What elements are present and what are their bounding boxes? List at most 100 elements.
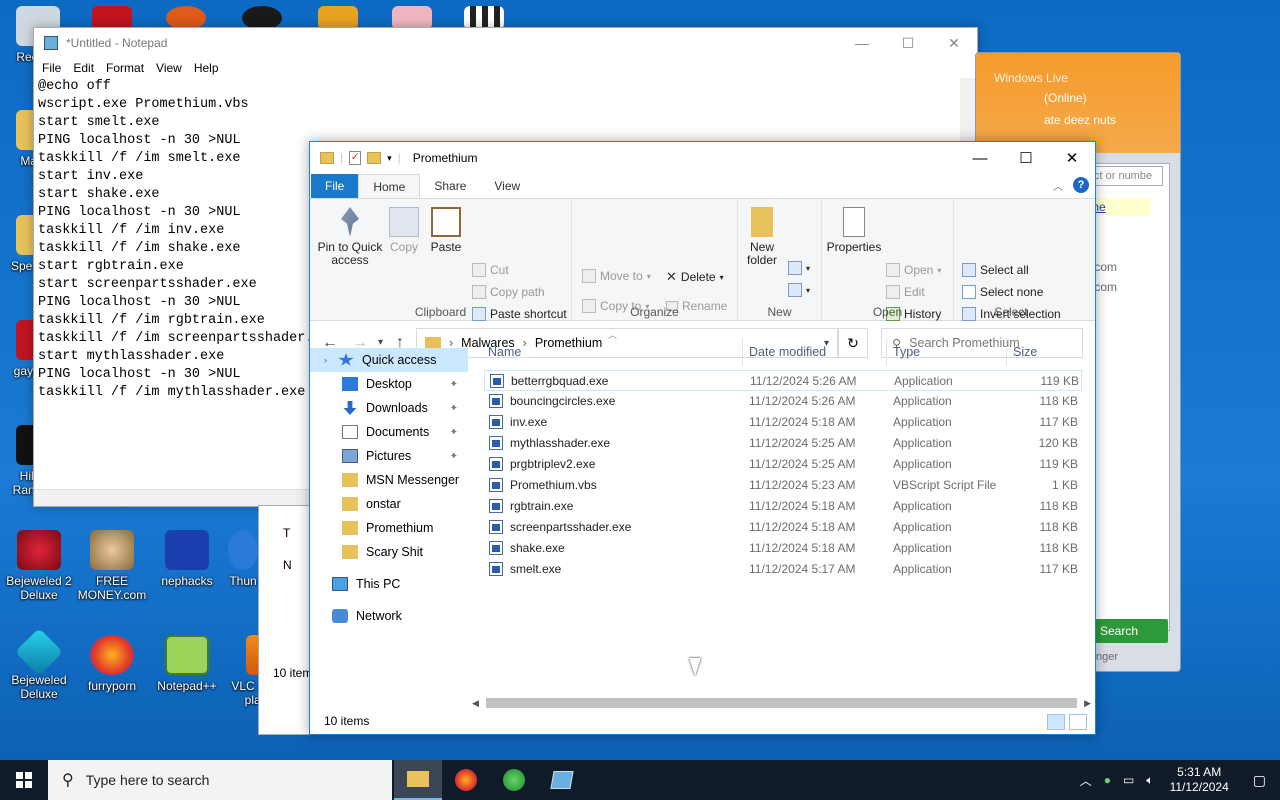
menu-edit[interactable]: Edit	[67, 58, 100, 78]
nav-item-msn-messenger[interactable]: MSN Messenger	[310, 468, 468, 492]
contact-row[interactable]: com	[1094, 280, 1117, 294]
nav-item-downloads[interactable]: Downloads ✦	[310, 396, 468, 420]
pin-icon[interactable]: ✦	[450, 427, 458, 438]
new-folder-icon[interactable]	[367, 152, 382, 164]
copy-path-button[interactable]: Copy path	[472, 285, 545, 299]
notepad-text-area[interactable]: @echo off wscript.exe Promethium.vbs sta…	[38, 78, 338, 402]
copy-button[interactable]: Copy	[386, 207, 422, 254]
file-row[interactable]: smelt.exe 11/12/2024 5:17 AM Application 11…	[484, 559, 1082, 580]
minimize-button[interactable]: —	[957, 142, 1003, 174]
desktop-icon-bejeweled2[interactable]: Bejeweled 2 Deluxe	[2, 530, 76, 602]
taskbar-search-box[interactable]: ⚲ Type here to search	[48, 760, 392, 800]
cut-button[interactable]: Cut	[472, 263, 509, 277]
show-hidden-icons-icon[interactable]: ︿	[1074, 772, 1098, 789]
column-date-modified[interactable]: Date modified	[749, 345, 826, 359]
messenger-search-button[interactable]: Search	[1092, 619, 1168, 643]
notepad-titlebar[interactable]: *Untitled - Notepad	[34, 28, 977, 58]
easy-access-button[interactable]: ▾	[788, 283, 810, 297]
clock[interactable]: 5:31 AM 11/12/2024	[1160, 765, 1239, 795]
close-button[interactable]: ✕	[931, 28, 977, 58]
nav-item-this-pc[interactable]: This PC	[310, 572, 468, 596]
tab-share[interactable]: Share	[420, 174, 480, 198]
details-view-button[interactable]	[1047, 714, 1065, 730]
scrollbar-thumb[interactable]	[486, 698, 1077, 708]
menu-file[interactable]: File	[36, 58, 67, 78]
new-item-button[interactable]: ▾	[788, 261, 810, 275]
column-name[interactable]: Name	[488, 345, 521, 359]
qat-dropdown-icon[interactable]: ▾	[387, 153, 392, 164]
pin-icon[interactable]: ✦	[450, 403, 458, 414]
file-explorer-window[interactable]: | ✓ ▾ | Promethium — ☐ ✕ File Home Share…	[309, 141, 1096, 735]
nav-item[interactable]: T	[283, 526, 290, 540]
desktop-icon-bejeweled[interactable]: Bejeweled Deluxe	[2, 627, 76, 701]
taskbar-firefox[interactable]	[442, 760, 490, 800]
edit-button[interactable]: Edit	[886, 285, 925, 299]
messenger-status[interactable]: (Online)	[1044, 91, 1087, 105]
nav-item-promethium[interactable]: Promethium	[310, 516, 468, 540]
network-icon[interactable]: ▭	[1117, 773, 1140, 787]
nav-item-onstar[interactable]: onstar	[310, 492, 468, 516]
menu-view[interactable]: View	[150, 58, 188, 78]
file-row[interactable]: prgbtriplev2.exe 11/12/2024 5:25 AM Applic…	[484, 454, 1082, 475]
volume-icon[interactable]: 🔈︎	[1140, 773, 1159, 788]
taskbar-notepad[interactable]	[538, 760, 586, 800]
open-button[interactable]: Open ▾	[886, 263, 941, 277]
help-icon[interactable]: ?	[1073, 177, 1089, 193]
nav-item-scary-shit[interactable]: Scary Shit	[310, 540, 468, 564]
notifications-icon[interactable]: ▢	[1239, 772, 1280, 789]
menu-format[interactable]: Format	[100, 58, 150, 78]
nav-item[interactable]: N	[283, 558, 292, 572]
file-row[interactable]: bouncingcircles.exe 11/12/2024 5:26 AM App…	[484, 391, 1082, 412]
large-icons-view-button[interactable]	[1069, 714, 1087, 730]
file-row[interactable]: Promethium.vbs 11/12/2024 5:23 AM VBScript…	[484, 475, 1082, 496]
close-button[interactable]: ✕	[1049, 142, 1095, 174]
nav-item-quick-access[interactable]: › Quick access	[310, 348, 468, 372]
menu-help[interactable]: Help	[188, 58, 225, 78]
expand-arrow-icon[interactable]: ›	[324, 355, 327, 365]
messenger-tray-icon[interactable]: ●	[1098, 773, 1117, 787]
nav-item-network[interactable]: Network	[310, 604, 468, 628]
tab-view[interactable]: View	[480, 174, 534, 198]
desktop-icon-notepadpp[interactable]: Notepad++	[150, 635, 224, 693]
file-row[interactable]: rgbtrain.exe 11/12/2024 5:18 AM Applicatio…	[484, 496, 1082, 517]
horizontal-scrollbar[interactable]: ◀ ▶	[472, 696, 1091, 710]
nav-item-desktop[interactable]: Desktop ✦	[310, 372, 468, 396]
contact-search-input[interactable]: ct or numbe	[1089, 166, 1163, 186]
desktop-icon-free-money[interactable]: FREE MONEY.com	[75, 530, 149, 602]
nav-item-documents[interactable]: Documents ✦	[310, 420, 468, 444]
column-type[interactable]: Type	[893, 345, 920, 359]
desktop-icon-firefox[interactable]: furryporn	[75, 635, 149, 693]
column-size[interactable]: Size	[1013, 345, 1037, 359]
contact-row[interactable]: com	[1094, 260, 1117, 274]
select-all-button[interactable]: Select all	[962, 263, 1029, 277]
new-folder-button[interactable]: New folder	[744, 207, 780, 267]
file-row[interactable]: betterrgbquad.exe 11/12/2024 5:26 AM Appli…	[484, 370, 1082, 391]
file-row[interactable]: shake.exe 11/12/2024 5:18 AM Application 11…	[484, 538, 1082, 559]
desktop-icon-nephacks[interactable]: nephacks	[150, 530, 224, 588]
scroll-right-icon[interactable]: ▶	[1084, 698, 1091, 709]
select-none-button[interactable]: Select none	[962, 285, 1043, 299]
tab-home[interactable]: Home	[358, 174, 421, 198]
taskbar-file-explorer[interactable]	[394, 760, 442, 800]
move-to-button[interactable]: Move to ▾	[582, 269, 651, 283]
paste-button[interactable]: Paste	[428, 207, 464, 254]
file-row[interactable]: screenpartsshader.exe 11/12/2024 5:18 AM A…	[484, 517, 1082, 538]
start-button[interactable]	[0, 760, 48, 800]
file-row[interactable]: mythlasshader.exe 11/12/2024 5:25 AM Appli…	[484, 433, 1082, 454]
pin-icon[interactable]: ✦	[450, 379, 458, 390]
delete-button[interactable]: ✕ Delete ▾	[666, 269, 724, 285]
minimize-button[interactable]: —	[839, 28, 885, 58]
maximize-button[interactable]: ☐	[1003, 142, 1049, 174]
maximize-button[interactable]: ☐	[885, 28, 931, 58]
taskbar-messenger[interactable]	[490, 760, 538, 800]
file-row[interactable]: inv.exe 11/12/2024 5:18 AM Application 117 …	[484, 412, 1082, 433]
tab-file[interactable]: File	[311, 174, 359, 198]
messenger-personal-message[interactable]: ate deez nuts	[1044, 113, 1116, 127]
properties-button[interactable]: Properties	[826, 207, 882, 254]
pin-icon[interactable]: ✦	[450, 451, 458, 462]
collapse-ribbon-icon[interactable]: ︿	[1053, 178, 1063, 193]
nav-item-pictures[interactable]: Pictures ✦	[310, 444, 468, 468]
scroll-left-icon[interactable]: ◀	[472, 698, 479, 709]
pin-quick-access-button[interactable]: Pin to Quick access	[316, 207, 384, 267]
properties-icon[interactable]: ✓	[349, 151, 362, 165]
